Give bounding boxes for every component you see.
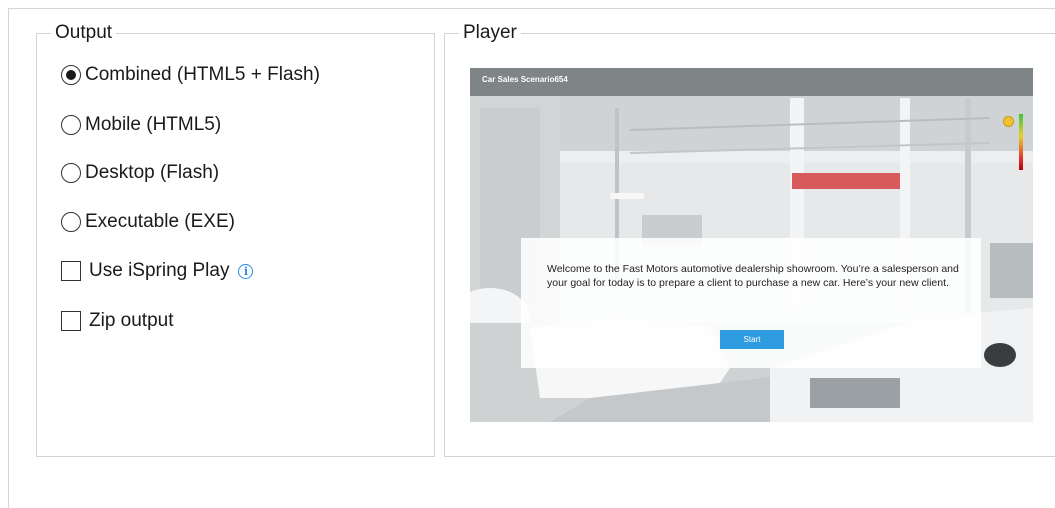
checkbox[interactable]: [61, 261, 81, 281]
preview-title: Car Sales Scenario654: [482, 75, 568, 84]
mood-meter: [1019, 114, 1023, 170]
output-groupbox: Output Combined (HTML5 + Flash) Mobile (…: [36, 21, 435, 457]
radio-label: Executable (EXE): [85, 211, 235, 232]
radio-button[interactable]: [61, 163, 81, 183]
output-legend: Output: [51, 21, 117, 45]
checkbox-zip-output[interactable]: Zip output: [61, 310, 174, 332]
radio-button[interactable]: [61, 65, 81, 85]
radio-label: Desktop (Flash): [85, 162, 220, 183]
preview-title-bar: Car Sales Scenario654: [470, 68, 1033, 96]
player-preview[interactable]: Car Sales Scenario654 Welcome to the Fas…: [470, 68, 1033, 422]
radio-mobile[interactable]: Mobile (HTML5): [61, 114, 221, 136]
radio-desktop[interactable]: Desktop (Flash): [61, 162, 219, 184]
checkbox-label: Use iSpring Play: [89, 260, 230, 281]
radio-label: Combined (HTML5 + Flash): [85, 64, 320, 85]
checkbox-ispring-play[interactable]: Use iSpring Play i: [61, 260, 254, 282]
radio-executable[interactable]: Executable (EXE): [61, 211, 235, 233]
checkbox[interactable]: [61, 311, 81, 331]
info-icon[interactable]: i: [238, 263, 254, 279]
radio-button[interactable]: [61, 212, 81, 232]
smiley-icon: [1003, 116, 1014, 127]
start-button[interactable]: Start: [720, 330, 784, 349]
radio-combined[interactable]: Combined (HTML5 + Flash): [61, 64, 320, 86]
radio-button[interactable]: [61, 115, 81, 135]
preview-message: Welcome to the Fast Motors automotive de…: [547, 263, 959, 289]
player-legend: Player: [459, 21, 521, 45]
checkbox-label: Zip output: [89, 310, 174, 331]
preview-dialog: Welcome to the Fast Motors automotive de…: [521, 238, 981, 368]
radio-selected-dot: [66, 70, 76, 80]
radio-label: Mobile (HTML5): [85, 114, 222, 135]
